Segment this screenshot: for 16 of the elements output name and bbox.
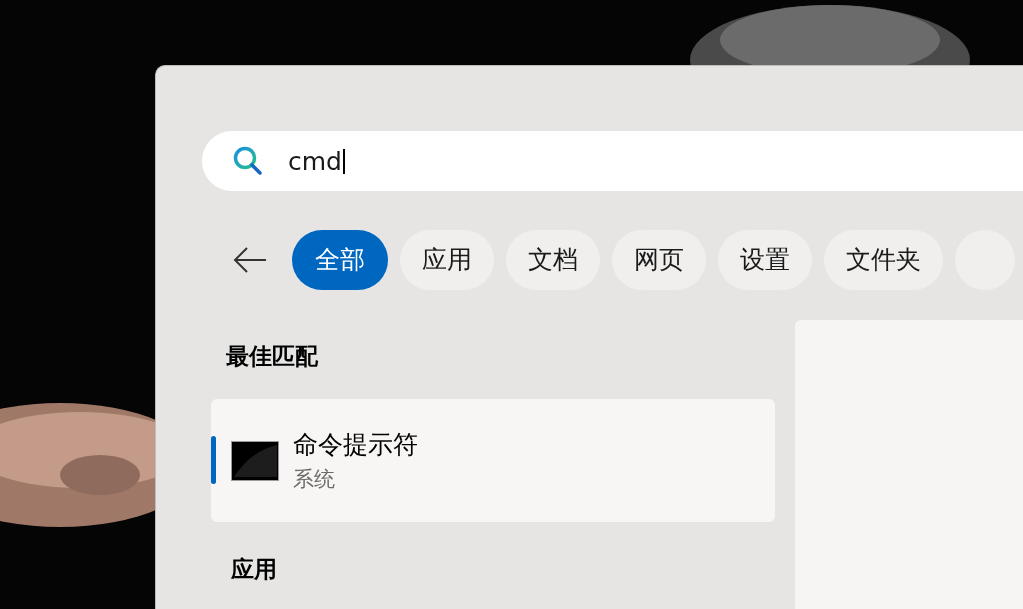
search-icon <box>232 145 264 177</box>
section-heading: 最佳匹配 <box>226 345 319 368</box>
filter-chip[interactable]: 网页 <box>612 230 706 290</box>
back-arrow-icon[interactable] <box>232 245 268 275</box>
result-item[interactable]: 命令提示符 系统 <box>211 399 775 522</box>
filter-chip[interactable]: 设置 <box>718 230 812 290</box>
result-subtitle: 系统 <box>293 466 336 493</box>
terminal-icon <box>231 440 279 481</box>
filter-chip[interactable]: 文件夹 <box>824 230 943 290</box>
result-title: 命令提示符 <box>293 428 418 460</box>
filter-chip[interactable]: 文档 <box>506 230 600 290</box>
search-field[interactable]: cmd <box>202 131 1023 191</box>
filter-chip[interactable]: 全部 <box>292 230 388 290</box>
section-heading: 应用 <box>231 558 278 581</box>
search-text: cmd <box>288 148 345 174</box>
filter-chip[interactable]: 应用 <box>400 230 494 290</box>
